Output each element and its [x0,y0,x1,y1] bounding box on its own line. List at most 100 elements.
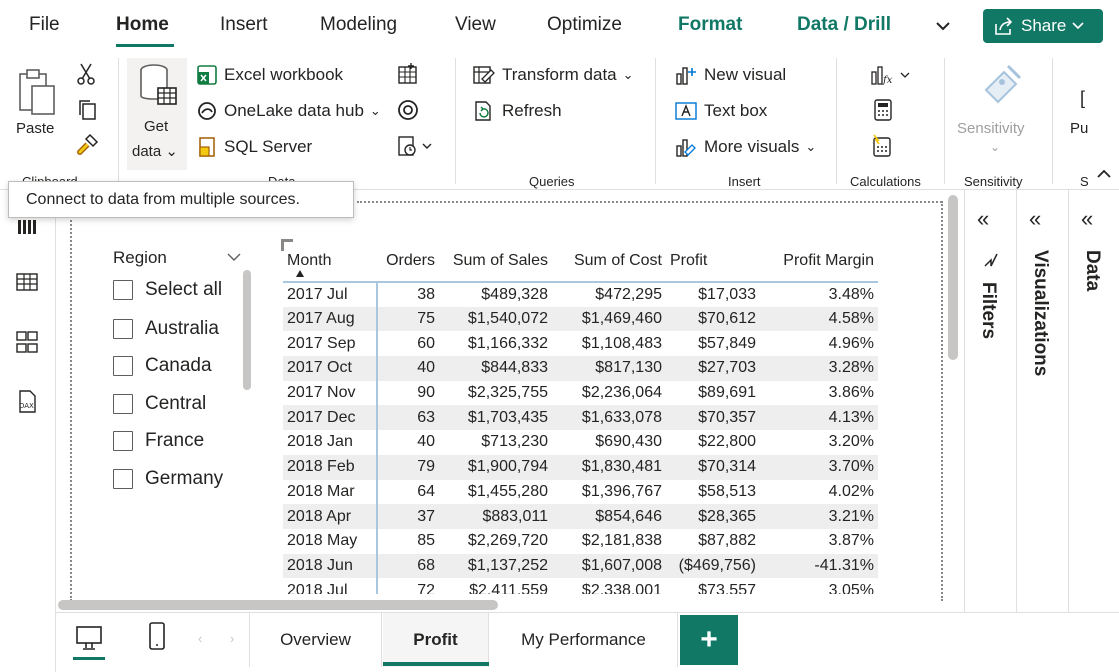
transform-data-button[interactable]: Transform data ⌄ [472,64,634,86]
table-row[interactable]: 2018 Feb 79 $1,900,794 $1,830,481 $70,314 3.7… [283,454,878,480]
group-label-sensitivity: Sensitivity [964,174,1023,189]
table-row[interactable]: 2017 Jul 38 $489,328 $472,295 $17,033 3.48% [283,282,878,307]
report-view-icon[interactable] [13,214,41,242]
paste-icon[interactable] [16,66,62,120]
new-visual-label: New visual [704,65,787,84]
page-tab-overview[interactable]: Overview [249,613,382,667]
sql-server-button[interactable]: SQL Server [196,136,312,158]
quick-measure-icon[interactable] [872,98,894,122]
dataverse-icon[interactable] [396,98,420,122]
checkbox[interactable] [113,280,133,300]
table-row[interactable]: 2017 Nov 90 $2,325,755 $2,236,064 $89,691 3.8… [283,380,878,406]
table-row[interactable]: 2018 Jul 72 $2,411,559 $2,338,001 $73,557 3.0… [283,578,878,594]
expand-pane-icon[interactable]: « [1029,206,1041,232]
recent-sources-icon[interactable] [396,134,436,158]
table-row[interactable]: 2017 Oct 40 $844,833 $817,130 $27,703 3.28% [283,356,878,381]
cell-cost: $1,396,767 [581,482,662,500]
next-page-icon[interactable]: › [230,631,234,646]
cell-month: 2017 Aug [283,306,378,332]
cut-icon[interactable] [76,62,96,86]
text-box-button[interactable]: Text box [674,100,767,122]
active-layout-indicator [73,657,105,660]
cell-cost: $1,607,008 [552,553,666,579]
checkbox[interactable] [113,319,133,339]
collapse-ribbon-icon[interactable] [1096,168,1112,180]
slicer-scrollbar[interactable] [243,270,251,390]
excel-workbook-button[interactable]: Excel workbook [196,64,343,86]
new-measure-icon[interactable]: fx [870,64,914,86]
tab-optimize[interactable]: Optimize [547,14,622,36]
profit-table[interactable]: Month Orders Sum of Sales Sum of Cost Pr… [283,240,945,594]
data-pane[interactable]: « Data [1069,190,1119,620]
side-panes: « Filters « Visualizations « Data [964,190,1119,672]
tab-data-drill[interactable]: Data / Drill [797,14,891,36]
paste-button[interactable]: Paste [16,120,54,137]
calculation-icon[interactable] [870,134,894,158]
chevron-down-icon[interactable] [930,12,956,40]
slicer-item[interactable]: France [113,430,204,452]
checkbox[interactable] [113,356,133,376]
tab-insert[interactable]: Insert [220,14,268,36]
previous-page-icon[interactable]: ‹ [198,631,202,646]
tab-file[interactable]: File [29,14,60,36]
copy-icon[interactable] [76,98,98,122]
table-row[interactable]: 2018 May 85 $2,269,720 $2,181,838 $87,882 3.8… [283,528,878,554]
enter-data-icon[interactable] [396,62,420,86]
column-header-cost[interactable]: Sum of Cost [552,240,666,283]
desktop-layout-icon[interactable] [74,623,104,653]
share-button[interactable]: Share [983,9,1103,43]
canvas-vertical-scrollbar[interactable] [948,195,958,360]
tab-format[interactable]: Format [678,14,742,36]
table-row[interactable]: 2018 Apr 37 $883,011 $854,646 $28,365 3.21% [283,504,878,529]
column-header-sales[interactable]: Sum of Sales [439,240,552,283]
tab-home[interactable]: Home [116,14,169,36]
publish-icon[interactable]: [ [1080,88,1085,109]
more-visuals-icon [676,139,696,157]
table-row[interactable]: 2018 Jun 68 $1,137,252 $1,607,008 ($469,756)… [283,553,878,579]
chevron-down-icon[interactable] [226,251,242,263]
table-row[interactable]: 2017 Sep 60 $1,166,332 $1,108,483 $57,849 4.9… [283,331,878,357]
column-header-orders[interactable]: Orders [377,240,439,283]
table-row[interactable]: 2017 Aug 75 $1,540,072 $1,469,460 $70,612 4.5… [283,306,878,332]
page-tab-profit[interactable]: Profit [383,613,489,667]
add-page-button[interactable]: + [680,615,738,665]
table-row[interactable]: 2018 Mar 64 $1,455,280 $1,396,767 $58,513 4.0… [283,479,878,505]
cell-month: 2018 May [283,528,378,554]
model-view-icon[interactable] [13,328,41,356]
slicer-item[interactable]: Canada [113,355,212,377]
dax-query-view-icon[interactable]: DAX [13,388,41,416]
slicer-item[interactable]: Australia [113,318,219,340]
cell-profit: $73,557 [698,581,756,594]
publish-button[interactable]: Pu [1070,120,1088,137]
table-row[interactable]: 2018 Jan 40 $713,230 $690,430 $22,800 3.20% [283,430,878,455]
filters-pane[interactable]: « Filters [965,190,1017,620]
slicer-item[interactable]: Select all [113,279,222,301]
cell-sales: $1,166,332 [467,334,548,352]
cell-cost: $1,108,483 [581,334,662,352]
refresh-button[interactable]: Refresh [472,100,562,122]
tab-modeling[interactable]: Modeling [320,14,397,36]
cell-sales: $489,328 [481,285,548,303]
tab-view[interactable]: View [455,14,496,36]
slicer-item[interactable]: Germany [113,468,223,490]
page-tab-my-performance[interactable]: My Performance [490,613,678,667]
view-switcher: DAX [0,190,56,672]
checkbox[interactable] [113,469,133,489]
slicer-item[interactable]: Central [113,393,206,415]
column-header-profit-margin[interactable]: Profit Margin [760,240,878,283]
mobile-layout-icon[interactable] [142,621,172,651]
table-row[interactable]: 2017 Dec 63 $1,703,435 $1,633,078 $70,357 4.1… [283,405,878,431]
more-visuals-button[interactable]: More visuals ⌄ [674,136,816,158]
canvas-horizontal-scrollbar[interactable] [58,600,498,610]
expand-pane-icon[interactable]: « [1081,206,1093,232]
expand-pane-icon[interactable]: « [977,206,989,232]
onelake-data-hub-button[interactable]: OneLake data hub ⌄ [196,100,381,122]
sensitivity-button[interactable]: Sensitivity [957,120,1025,137]
column-header-profit[interactable]: Profit [666,240,760,283]
visualizations-pane[interactable]: « Visualizations [1017,190,1069,620]
checkbox[interactable] [113,431,133,451]
new-visual-button[interactable]: New visual [674,64,786,86]
format-painter-icon[interactable] [74,132,100,158]
table-view-icon[interactable] [13,268,41,296]
checkbox[interactable] [113,394,133,414]
